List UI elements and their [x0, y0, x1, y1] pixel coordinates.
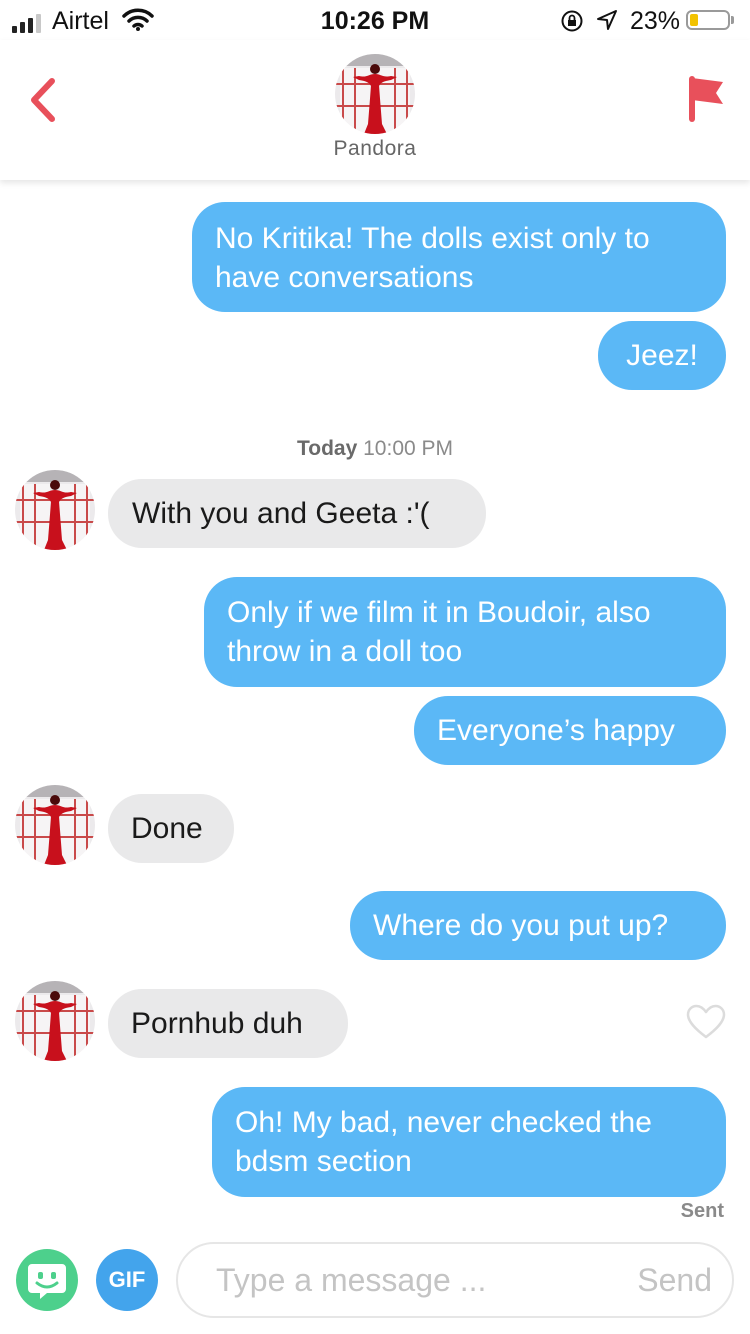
battery-level: [690, 14, 698, 26]
back-button[interactable]: [24, 75, 64, 125]
contact-avatar[interactable]: [15, 470, 95, 550]
message-bubble-incoming[interactable]: Done: [108, 794, 234, 863]
message-bubble-outgoing[interactable]: Oh! My bad, never checked the bdsm secti…: [212, 1087, 726, 1197]
contact-name[interactable]: Pandora: [0, 137, 750, 161]
rotation-lock-icon: [561, 10, 583, 32]
message-composer: Send: [176, 1242, 734, 1318]
message-input[interactable]: [216, 1244, 596, 1316]
emoji-button[interactable]: [16, 1249, 78, 1311]
battery-tip: [731, 16, 734, 24]
contact-avatar[interactable]: [335, 54, 415, 134]
smiley-face-icon: [28, 1264, 66, 1299]
report-button[interactable]: [686, 74, 726, 124]
location-arrow-icon: [597, 10, 617, 30]
chevron-left-icon: [31, 78, 55, 122]
status-bar: Airtel 10:26 PM 23%: [0, 0, 750, 40]
timestamp-time: 10:00 PM: [363, 437, 454, 460]
heart-icon[interactable]: [686, 1004, 726, 1040]
message-timestamp: Today 10:00 PM: [0, 437, 750, 461]
contact-avatar[interactable]: [15, 785, 95, 865]
message-bubble-outgoing[interactable]: Only if we film it in Boudoir, also thro…: [204, 577, 726, 687]
contact-avatar[interactable]: [15, 981, 95, 1061]
message-bubble-incoming[interactable]: Pornhub duh: [108, 989, 348, 1058]
message-bubble-incoming[interactable]: With you and Geeta :'(: [108, 479, 486, 548]
gif-button[interactable]: GIF: [96, 1249, 158, 1311]
message-bubble-outgoing[interactable]: Where do you put up?: [350, 891, 726, 960]
send-button[interactable]: Send: [637, 1244, 712, 1316]
battery-icon: [686, 10, 730, 30]
chat-header: Pandora: [0, 40, 750, 180]
message-bubble-outgoing[interactable]: No Kritika! The dolls exist only to have…: [192, 202, 726, 312]
message-bubble-outgoing[interactable]: Everyone’s happy: [414, 696, 726, 765]
delivery-status: Sent: [680, 1200, 724, 1222]
message-bubble-outgoing[interactable]: Jeez!: [598, 321, 726, 390]
flag-icon: [689, 76, 723, 122]
timestamp-day: Today: [296, 437, 358, 460]
battery-percentage: 23%: [630, 7, 681, 35]
